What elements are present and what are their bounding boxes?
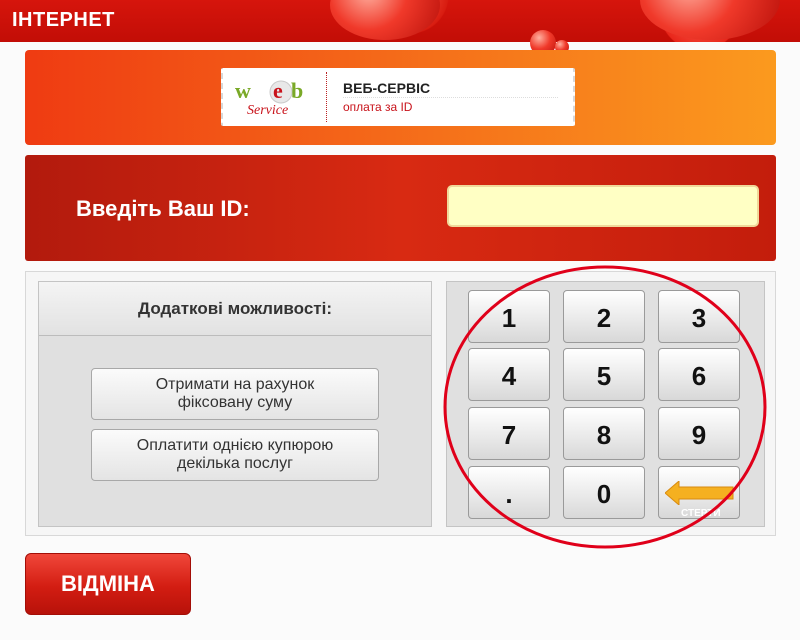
key-9[interactable]: 9 bbox=[658, 407, 740, 460]
web-service-logo-icon: w e b Service bbox=[235, 78, 303, 118]
service-ticket: w e b Service ВЕБ-СЕРВІС оплата за ID bbox=[221, 68, 575, 126]
options-panel: Додаткові можливості: Отримати на рахуно… bbox=[38, 281, 432, 527]
service-name: ВЕБ-СЕРВІС bbox=[343, 80, 431, 96]
cancel-button[interactable]: ВІДМІНА bbox=[25, 553, 191, 615]
key-1[interactable]: 1 bbox=[468, 290, 550, 343]
decorative-bubble bbox=[640, 0, 780, 40]
multi-service-button[interactable]: Оплатити однією купюрою декілька послуг bbox=[91, 429, 379, 481]
erase-label: СТЕРТИ bbox=[681, 508, 721, 519]
svg-text:b: b bbox=[291, 78, 303, 103]
key-dot[interactable]: . bbox=[468, 466, 550, 519]
options-heading: Додаткові можливості: bbox=[39, 282, 431, 336]
service-subtitle: оплата за ID bbox=[343, 100, 413, 114]
svg-text:e: e bbox=[273, 78, 283, 103]
page-title: ІНТЕРНЕТ bbox=[12, 9, 115, 31]
key-4[interactable]: 4 bbox=[468, 348, 550, 401]
ticket-divider bbox=[326, 72, 327, 122]
key-2[interactable]: 2 bbox=[563, 290, 645, 343]
fixed-amount-line2: фіксовану суму bbox=[177, 394, 293, 411]
service-header: w e b Service ВЕБ-СЕРВІС оплата за ID bbox=[25, 50, 776, 145]
lower-panel: Додаткові можливості: Отримати на рахуно… bbox=[25, 271, 776, 536]
svg-text:w: w bbox=[235, 78, 251, 103]
erase-button[interactable]: СТЕРТИ bbox=[658, 466, 740, 519]
multi-service-line1: Оплатити однією купюрою bbox=[136, 437, 334, 454]
top-bar: ІНТЕРНЕТ bbox=[0, 0, 800, 56]
key-7[interactable]: 7 bbox=[468, 407, 550, 460]
fixed-amount-button[interactable]: Отримати на рахунок фіксовану суму bbox=[91, 368, 379, 420]
fixed-amount-line1: Отримати на рахунок bbox=[155, 376, 315, 393]
id-input[interactable] bbox=[447, 185, 759, 227]
decorative-bubble bbox=[330, 0, 440, 40]
key-6[interactable]: 6 bbox=[658, 348, 740, 401]
key-0[interactable]: 0 bbox=[563, 466, 645, 519]
id-entry-bar: Введіть Ваш ID: bbox=[25, 155, 776, 261]
key-3[interactable]: 3 bbox=[658, 290, 740, 343]
numeric-keypad: 1 2 3 4 5 6 7 8 9 . 0 СТЕРТИ bbox=[446, 281, 765, 527]
svg-text:Service: Service bbox=[247, 103, 288, 118]
key-8[interactable]: 8 bbox=[563, 407, 645, 460]
multi-service-line2: декілька послуг bbox=[177, 455, 293, 472]
key-5[interactable]: 5 bbox=[563, 348, 645, 401]
id-label: Введіть Ваш ID: bbox=[76, 196, 250, 221]
ticket-separator bbox=[343, 97, 558, 98]
